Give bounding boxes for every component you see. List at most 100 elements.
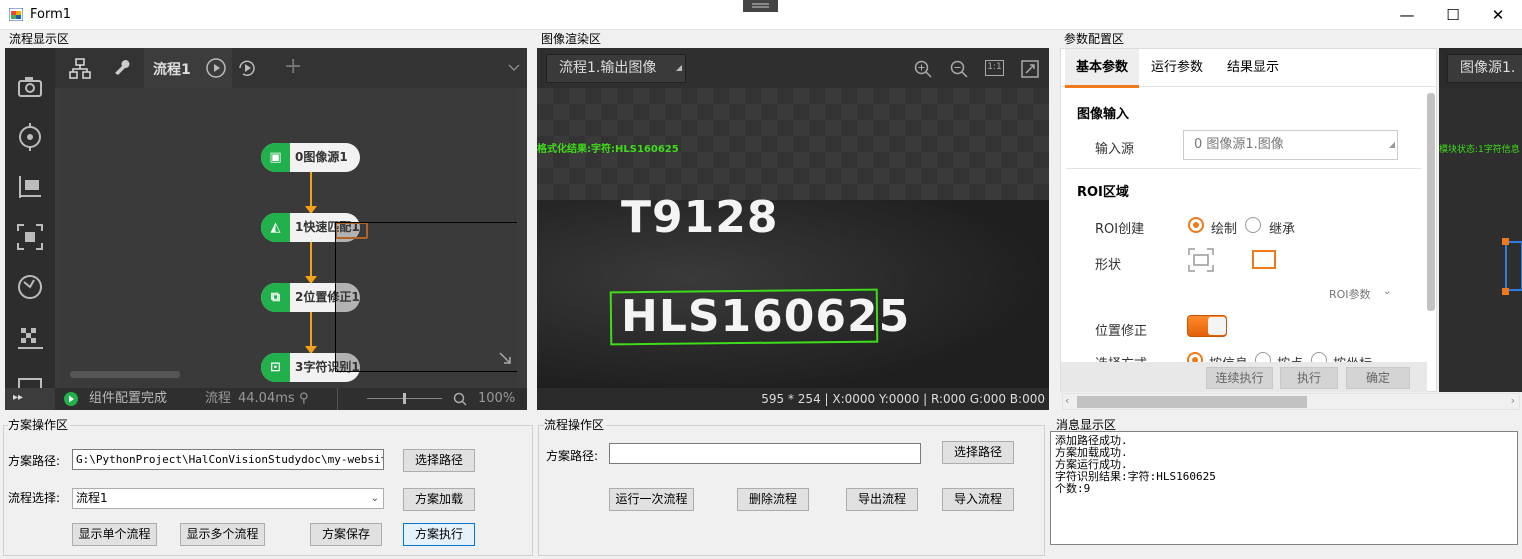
plan-execute-button[interactable]: 方案执行 (403, 523, 475, 546)
status-separator: | (923, 392, 932, 406)
ocr-icon: ⊡ (261, 353, 290, 382)
position-fix-toggle[interactable] (1187, 315, 1227, 337)
plan-load-button[interactable]: 方案加载 (403, 488, 475, 511)
drag-handle[interactable] (743, 0, 778, 12)
roi-draw-radio[interactable] (1188, 217, 1204, 233)
time-detail-icon[interactable]: ⚲ (299, 388, 309, 410)
position-fix-label: 位置修正 (1095, 324, 1148, 339)
plan-path-input[interactable]: G:\PythonProject\HalConVisionStudydoc\my… (72, 449, 384, 470)
flowops-choose-path-button[interactable]: 选择路径 (942, 441, 1014, 464)
image-text-line2: HLS160625 (621, 291, 911, 342)
zoom-in-icon[interactable] (914, 60, 932, 81)
input-source-select[interactable]: 0 图像源1.图像 ◢ (1183, 130, 1398, 160)
param-panel: 基本参数 运行参数 结果显示 图像输入 输入源 0 图像源1.图像 ◢ ROI区域… (1060, 48, 1437, 392)
flow-connector (310, 242, 312, 276)
message-line: 字符识别结果:字符:HLS160625 (1055, 470, 1216, 483)
export-flow-button[interactable]: 导出流程 (846, 488, 918, 511)
calibration-icon[interactable] (15, 272, 45, 302)
more-tools-icon[interactable] (15, 370, 45, 388)
run-once-button[interactable]: 运行一次流程 (609, 488, 694, 511)
hierarchy-icon[interactable] (69, 58, 91, 83)
zoom-slider-thumb[interactable] (403, 393, 406, 404)
confirm-button[interactable]: 确定 (1346, 367, 1410, 389)
shape-rect-icon[interactable] (1252, 250, 1276, 269)
flow-panel: 流程1 + ▣ 0图像源1 ◭ 1快速匹配1 ⧉ 2位置修正1 ⊡ 3字符识别1 ▸▸ … (5, 48, 527, 410)
app-icon (8, 7, 24, 22)
continuous-run-button[interactable]: 连续执行 (1206, 367, 1273, 389)
horizontal-scrollbar[interactable] (70, 371, 180, 378)
maximize-button[interactable]: ☐ (1430, 0, 1476, 30)
tab-run-params[interactable]: 运行参数 (1143, 49, 1211, 87)
input-source-value: 0 图像源1.图像 (1194, 137, 1284, 152)
zoom-icon[interactable] (453, 392, 467, 414)
add-tab-icon[interactable]: + (284, 54, 302, 79)
title-bar: Form1 — ☐ ✕ (0, 0, 1522, 30)
select-coord-radio[interactable] (1311, 352, 1327, 362)
roi-params-link[interactable]: ROI参数 (1329, 286, 1371, 302)
actual-size-icon[interactable]: 1:1 (985, 60, 1004, 76)
select-mode-label: 选择方式 (1095, 353, 1147, 362)
select-point-radio[interactable] (1255, 352, 1271, 362)
ocr-result-overlay: 格式化结果:字符:HLS160625 (537, 144, 679, 155)
message-log[interactable]: 添加路径成功. 方案加载成功. 方案运行成功. 字符识别结果:字符:HLS160… (1050, 431, 1518, 545)
tab-result-display[interactable]: 结果显示 (1217, 49, 1289, 87)
scrollbar-thumb[interactable] (1077, 396, 1307, 408)
target-icon[interactable] (15, 122, 45, 152)
scroll-left-icon[interactable]: ‹ (1065, 394, 1069, 407)
image-canvas[interactable]: 格式化结果:字符:HLS160625 T9128 HLS160625 (537, 88, 1049, 396)
image-source-value: 流程1.输出图像 (559, 60, 657, 76)
tab-basic-params[interactable]: 基本参数 (1065, 49, 1139, 87)
flow-tab-label: 流程1 (153, 62, 191, 78)
image-toolbar: 流程1.输出图像 ◢ 1:1 (537, 48, 1049, 88)
delete-flow-button[interactable]: 删除流程 (737, 488, 809, 511)
shape-region-icon[interactable] (1188, 248, 1214, 275)
plan-save-button[interactable]: 方案保存 (310, 523, 382, 546)
param-vertical-scrollbar[interactable] (1427, 93, 1435, 311)
roi-handle[interactable] (1502, 288, 1509, 295)
run-button[interactable]: 执行 (1280, 367, 1338, 389)
flow-node-label: 0图像源1 (295, 150, 348, 164)
flowops-path-label: 方案路径: (546, 449, 599, 463)
select-info-radio[interactable] (1187, 352, 1203, 362)
roi-heading: ROI区域 (1077, 185, 1129, 200)
roi-icon[interactable] (15, 222, 45, 252)
preview-roi-box (1505, 241, 1522, 291)
flow-canvas[interactable]: ▣ 0图像源1 ◭ 1快速匹配1 ⧉ 2位置修正1 ⊡ 3字符识别1 (60, 88, 517, 388)
minimize-button[interactable]: — (1384, 0, 1430, 30)
roi-inherit-radio[interactable] (1245, 217, 1261, 233)
close-button[interactable]: ✕ (1475, 0, 1521, 30)
resize-icon[interactable] (499, 352, 511, 367)
wrench-icon[interactable] (111, 57, 131, 80)
minimap-overlay[interactable] (335, 222, 517, 372)
flow-node-0[interactable]: ▣ 0图像源1 (261, 143, 360, 172)
image-source-dropdown[interactable]: 流程1.输出图像 ◢ (546, 54, 686, 83)
active-tab-indicator (1065, 85, 1139, 88)
measure-icon[interactable] (15, 172, 45, 202)
grid-icon[interactable] (15, 322, 45, 352)
flow-connector (310, 312, 312, 346)
position-fix-icon: ⧉ (261, 283, 290, 312)
param-horizontal-scrollbar[interactable]: ‹ › (1062, 393, 1520, 410)
roi-handle[interactable] (1502, 238, 1509, 245)
flowops-path-input[interactable] (609, 443, 921, 464)
roi-create-label: ROI创建 (1095, 222, 1145, 237)
camera-icon[interactable] (15, 72, 45, 102)
play-icon[interactable] (205, 57, 227, 82)
chevron-down-icon[interactable] (507, 60, 521, 77)
show-multi-flow-button[interactable]: 显示多个流程 (180, 523, 265, 546)
select-info-label: 按信息 (1209, 353, 1248, 362)
show-single-flow-button[interactable]: 显示单个流程 (72, 523, 157, 546)
flow-select-combobox[interactable]: 流程1 ⌄ (72, 488, 384, 509)
preview-overlay-text: 模块状态:1字符信息 (1439, 145, 1520, 155)
scroll-right-icon[interactable]: › (1511, 394, 1515, 407)
preview-source-dropdown[interactable]: 图像源1. (1447, 54, 1522, 83)
import-flow-button[interactable]: 导入流程 (942, 488, 1014, 511)
shape-label: 形状 (1095, 258, 1122, 273)
collapse-toggle-icon[interactable]: ▸▸ (13, 392, 23, 403)
loop-run-icon[interactable] (236, 57, 258, 82)
zoom-out-icon[interactable] (950, 60, 968, 81)
fit-window-icon[interactable] (1021, 60, 1039, 81)
preview-canvas[interactable] (1439, 88, 1522, 392)
image-text-line1: T9128 (621, 192, 779, 243)
plan-choose-path-button[interactable]: 选择路径 (403, 449, 475, 472)
